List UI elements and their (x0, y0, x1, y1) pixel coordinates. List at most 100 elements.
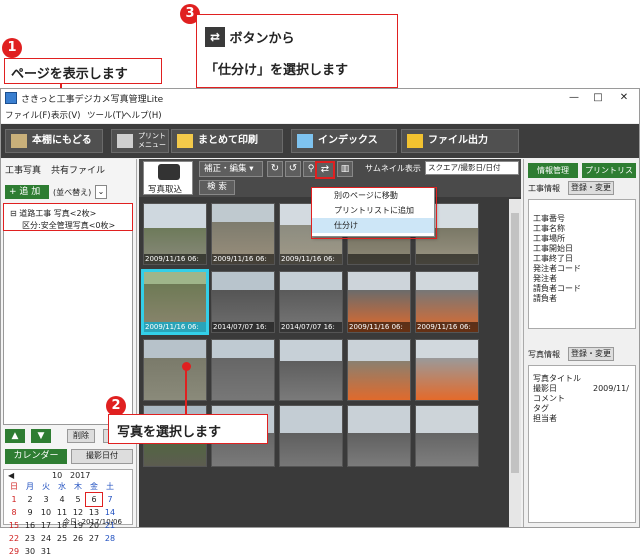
thumbnail-date: 2009/11/16 06: (416, 322, 478, 332)
menu-file[interactable]: ファイル(F) (5, 109, 51, 121)
bookshelf-icon (11, 134, 27, 148)
calendar-day[interactable]: 1 (6, 493, 22, 506)
calendar-day[interactable]: 26 (70, 532, 86, 545)
rotate-ccw-icon[interactable]: ↺ (285, 161, 301, 177)
edit-button[interactable]: 補正・編集 ▾ (199, 161, 263, 177)
tab-shared-files[interactable]: 共有ファイル (51, 163, 105, 176)
thumbnail[interactable]: 2009/11/16 06: (211, 203, 275, 265)
search-button[interactable]: 検 索 (199, 180, 235, 195)
calendar-day[interactable]: 6 (85, 492, 103, 507)
move-up-button[interactable]: ▲ (5, 429, 25, 443)
menu-help[interactable]: ヘルプ(H) (123, 109, 162, 121)
work-register-button[interactable]: 登録・変更 (568, 181, 614, 195)
batch-print-button[interactable]: まとめて印刷 (171, 129, 283, 153)
calendar-day[interactable]: 22 (6, 532, 22, 545)
calendar-day[interactable]: 23 (22, 532, 38, 545)
photo-field: 写真タイトル (533, 374, 581, 383)
calendar-day (102, 545, 118, 558)
thumbnail[interactable] (279, 339, 343, 401)
rotate-icon[interactable]: ↻ (267, 161, 283, 177)
photo-field: 担当者 (533, 414, 557, 423)
batch-print-label: まとめて印刷 (198, 135, 258, 146)
add-button[interactable]: + 追 加 (5, 185, 49, 199)
print-menu-button[interactable]: プリント メニュー (111, 129, 169, 153)
calendar-day[interactable]: 9 (22, 506, 38, 519)
calendar-day[interactable]: 25 (54, 532, 70, 545)
import-button[interactable]: 写真取込 (143, 161, 193, 195)
thumbnail[interactable] (415, 339, 479, 401)
thumbnail-date: 2009/11/16 06: (144, 322, 206, 332)
trash-icon[interactable]: ▥ (337, 161, 353, 177)
scrollbar[interactable] (509, 199, 521, 527)
minimize-button[interactable]: — (563, 91, 585, 105)
calendar-day[interactable]: 10 (38, 506, 54, 519)
thumb-display-select[interactable]: スクエア/撮影日/日付 (425, 161, 519, 175)
callout-1-text: ページを表示します (11, 67, 128, 82)
calendar-day[interactable]: 16 (22, 519, 38, 532)
calendar-day[interactable]: 28 (102, 532, 118, 545)
scrollbar-thumb[interactable] (511, 213, 519, 473)
swap-button[interactable]: ⇄ (315, 161, 335, 179)
tab-print-list[interactable]: プリントリスト (582, 163, 636, 190)
maximize-button[interactable]: □ (587, 91, 609, 105)
delete-button[interactable]: 削除 (67, 429, 95, 443)
photo-field: 撮影日 2009/11/ (533, 384, 635, 394)
calendar-prev-icon[interactable]: ◀ (8, 471, 14, 480)
shoot-date-tab[interactable]: 撮影日付 (71, 449, 133, 464)
thumbnail[interactable]: 2014/07/07 16: (279, 271, 343, 333)
sort-dropdown[interactable]: ⌄ (95, 185, 107, 199)
thumb-display-value: スクエア/撮影日/日付 (428, 163, 501, 172)
thumbnail[interactable] (279, 405, 343, 467)
import-button-label: 写真取込 (148, 185, 183, 195)
calendar-day[interactable]: 5 (70, 493, 86, 506)
menu-view[interactable]: 表示(V) (51, 109, 80, 121)
calendar-day[interactable]: 24 (38, 532, 54, 545)
calendar-weekday: 水 (58, 482, 66, 491)
thumbnail[interactable]: 2014/07/07 16: (211, 271, 275, 333)
callout-3-line1: ボタンから (229, 31, 295, 47)
index-label: インデックス (318, 135, 378, 146)
thumbnail[interactable]: 2009/11/16 06: (347, 271, 411, 333)
index-button[interactable]: インデックス (291, 129, 397, 153)
calendar-day[interactable]: 31 (38, 545, 54, 558)
calendar-day[interactable]: 27 (86, 532, 102, 545)
menu-tools[interactable]: ツール(T) (87, 109, 124, 121)
calendar-day[interactable]: 29 (6, 545, 22, 558)
folder-icon (407, 134, 423, 148)
thumbnail[interactable] (211, 339, 275, 401)
thumbnail-selected[interactable]: 2009/11/16 06: (141, 269, 209, 335)
calendar-day[interactable]: 3 (38, 493, 54, 506)
tab-construction-photos[interactable]: 工事写真 (5, 163, 41, 176)
calendar-day[interactable]: 8 (6, 506, 22, 519)
work-field: 請負者 (533, 294, 557, 303)
photo-field: タグ (533, 404, 549, 413)
calendar-day[interactable]: 2 (22, 493, 38, 506)
calendar-weekday: 木 (74, 482, 82, 491)
thumbnail[interactable] (143, 339, 207, 401)
home-button[interactable]: 本棚にもどる (5, 129, 103, 153)
calendar-tab[interactable]: カレンダー (5, 449, 67, 464)
file-output-button[interactable]: ファイル出力 (401, 129, 519, 153)
calendar-day[interactable]: 17 (38, 519, 54, 532)
calendar-day[interactable]: 7 (102, 493, 118, 506)
callout-2-text: 写真を選択します (117, 425, 222, 440)
calendar-day[interactable]: 4 (54, 493, 70, 506)
photo-register-button[interactable]: 登録・変更 (568, 347, 614, 361)
tab-info-manage[interactable]: 情報管理 (528, 163, 578, 178)
sort-select[interactable]: (並べ替え) (53, 187, 91, 198)
close-button[interactable]: ✕ (613, 91, 635, 105)
callout-2-number: 2 (106, 396, 126, 416)
thumbnail[interactable] (415, 405, 479, 467)
thumbnail[interactable] (347, 405, 411, 467)
plus-icon: + (9, 187, 17, 197)
thumbnail[interactable]: 2009/11/16 06: (415, 271, 479, 333)
thumbnail[interactable]: 2009/11/16 06: (143, 203, 207, 265)
callout-3-line2: 「仕分け」を選択します (205, 63, 349, 78)
calendar-day[interactable]: 15 (6, 519, 22, 532)
calendar-day[interactable]: 30 (22, 545, 38, 558)
move-down-button[interactable]: ▼ (31, 429, 51, 443)
work-field: 工事名称 (533, 224, 565, 233)
calendar-month: 10 (52, 471, 63, 480)
thumbnail[interactable] (347, 339, 411, 401)
arrow-up-icon: ▲ (11, 431, 19, 441)
